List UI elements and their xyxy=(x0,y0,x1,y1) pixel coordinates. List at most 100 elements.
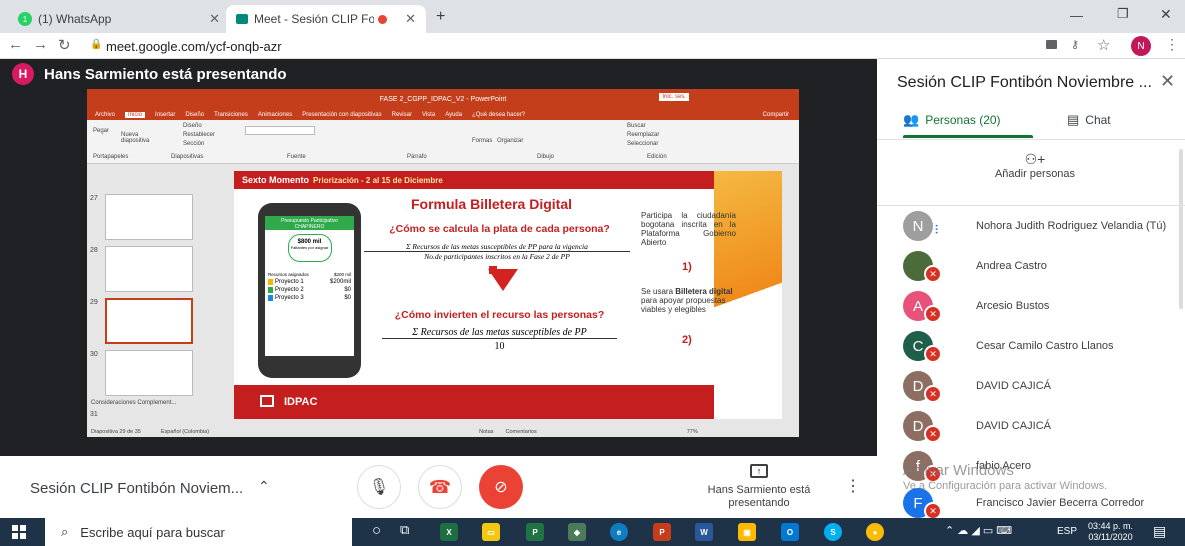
outlook-icon[interactable]: O xyxy=(781,523,799,541)
menu-archivo[interactable]: Archivo xyxy=(95,112,115,118)
note-2-bold: Billetera digital xyxy=(675,287,733,296)
taskbar-search-box[interactable]: ⌕ Escribe aquí para buscar xyxy=(45,518,352,546)
section-button[interactable]: Sección xyxy=(183,141,204,147)
tab-meet[interactable]: Meet - Sesión CLIP Fontibón ✕ xyxy=(226,5,426,33)
zoom-level[interactable]: 77% xyxy=(687,429,698,435)
slide-thumb[interactable] xyxy=(105,246,193,292)
participant-name: Cesar Camilo Castro Llanos xyxy=(976,340,1114,352)
menu-animaciones[interactable]: Animaciones xyxy=(258,112,292,118)
profile-avatar[interactable]: N xyxy=(1131,36,1151,56)
camera-off-icon: ⊘ xyxy=(494,479,508,496)
close-icon[interactable]: ✕ xyxy=(405,11,416,27)
arrange-button[interactable]: Organizar xyxy=(497,138,523,144)
minimize-icon[interactable]: — xyxy=(1070,8,1083,23)
section-label[interactable]: Consideraciones Complement... xyxy=(91,400,176,406)
menu-search[interactable]: ¿Qué desea hacer? xyxy=(472,112,525,118)
clock-date: 03/11/2020 xyxy=(1088,532,1133,542)
skype-icon[interactable]: S xyxy=(824,523,842,541)
microphone-icon: 🎙 xyxy=(368,479,390,496)
menu-presentacion[interactable]: Presentación con diapositivas xyxy=(302,112,381,118)
reload-icon[interactable]: ↻ xyxy=(58,36,71,54)
windows-start-icon[interactable] xyxy=(12,525,26,539)
language-indicator[interactable]: ESP xyxy=(1057,526,1077,537)
project-icon[interactable]: P xyxy=(526,523,544,541)
camera-toggle-button[interactable]: ⊘ xyxy=(479,465,523,509)
powerpoint-icon[interactable]: P xyxy=(653,523,671,541)
layout-button[interactable]: Diseño xyxy=(183,123,202,129)
chevron-up-icon[interactable]: ⌃ xyxy=(258,478,270,495)
participant-row[interactable]: D ✕ DAVID CAJICÁ xyxy=(877,367,1185,407)
menu-insertar[interactable]: Insertar xyxy=(155,112,175,118)
tab-whatsapp[interactable]: 1 (1) WhatsApp ✕ xyxy=(8,5,230,33)
restore-icon[interactable]: ❐ xyxy=(1117,6,1129,22)
slide-thumb[interactable] xyxy=(105,350,193,396)
participant-row[interactable]: A ✕ Arcesio Bustos xyxy=(877,287,1185,327)
shapes-button[interactable]: Formas xyxy=(472,138,492,144)
font-select[interactable] xyxy=(245,126,315,135)
system-tray-icons[interactable]: ⌃ ☁ ◢ ▭ ⌨ xyxy=(945,524,1012,537)
app-icon[interactable]: ◆ xyxy=(568,523,586,541)
signin-button[interactable]: Inic. ses. xyxy=(659,93,689,101)
paste-button[interactable]: Pegar xyxy=(93,128,109,134)
slide-thumb[interactable] xyxy=(105,194,193,240)
clock-time: 03:44 p. m. xyxy=(1088,521,1134,531)
add-person-icon: ⚇+ xyxy=(1024,151,1046,167)
window-close-icon[interactable]: ✕ xyxy=(1160,6,1172,23)
menu-vista[interactable]: Vista xyxy=(422,112,435,118)
new-tab-icon[interactable]: + xyxy=(436,8,445,26)
add-people-button[interactable]: ⚇+ Añadir personas xyxy=(993,151,1077,180)
menu-inicio[interactable]: Inicio xyxy=(125,111,146,118)
camera-icon[interactable] xyxy=(1046,40,1057,49)
ppt-title: FASE 2_CGPP_IDPAC_V2 - PowerPoint xyxy=(379,95,507,103)
divider xyxy=(877,139,1185,140)
reset-button[interactable]: Restablecer xyxy=(183,132,215,138)
cortana-icon[interactable]: ○ xyxy=(372,522,381,539)
notification-icon[interactable]: ▤ xyxy=(1153,523,1166,540)
clock[interactable]: 03:44 p. m. 03/11/2020 xyxy=(1088,521,1133,543)
star-icon[interactable]: ☆ xyxy=(1097,36,1110,54)
slide-thumb-selected[interactable] xyxy=(105,298,193,344)
store-icon[interactable]: ▣ xyxy=(738,523,756,541)
participant-row[interactable]: C ✕ Cesar Camilo Castro Llanos xyxy=(877,327,1185,367)
menu-diseno[interactable]: Diseño xyxy=(185,112,204,118)
meeting-title[interactable]: Sesión CLIP Fontibón Noviem... xyxy=(30,480,243,497)
comments-button[interactable]: Comentarios xyxy=(506,429,537,435)
new-slide-button[interactable]: Nueva diapositiva xyxy=(121,132,165,144)
excel-icon[interactable]: X xyxy=(440,523,458,541)
notes-button[interactable]: Notas xyxy=(479,429,493,435)
select-button[interactable]: Seleccionar xyxy=(627,141,658,147)
task-view-icon[interactable]: ⧉ xyxy=(400,522,409,538)
participant-row[interactable]: ✕ Andrea Castro xyxy=(877,247,1185,287)
participant-row[interactable]: N ⫶ Nohora Judith Rodriguez Velandia (Tú… xyxy=(877,207,1185,247)
formula-2-denominator: 10 xyxy=(494,341,505,352)
file-explorer-icon[interactable]: ▭ xyxy=(482,523,500,541)
tab-chat[interactable]: ▤ Chat xyxy=(1067,112,1111,128)
whatsapp-icon: 1 xyxy=(18,12,32,26)
menu-revisar[interactable]: Revisar xyxy=(392,112,412,118)
forward-icon[interactable]: → xyxy=(33,36,48,53)
formula-1-denominator: No.de participantes inscritos en la Fase… xyxy=(424,252,570,261)
menu-ayuda[interactable]: Ayuda xyxy=(445,112,462,118)
menu-icon[interactable]: ⋮ xyxy=(1165,36,1179,53)
menu-transiciones[interactable]: Transiciones xyxy=(214,112,248,118)
tab-title: (1) WhatsApp xyxy=(38,12,112,26)
hangup-button[interactable]: ☎ xyxy=(418,465,462,509)
share-button[interactable]: Compartir xyxy=(763,112,789,118)
scrollbar[interactable] xyxy=(1179,149,1183,309)
present-icon[interactable]: ↑ xyxy=(750,464,768,478)
more-options-icon[interactable]: ⋮ xyxy=(845,476,861,496)
word-icon[interactable]: W xyxy=(695,523,713,541)
chrome-icon[interactable]: ● xyxy=(866,523,884,541)
participant-row[interactable]: D ✕ DAVID CAJICÁ xyxy=(877,407,1185,447)
tab-people[interactable]: 👥 Personas (20) xyxy=(903,112,1001,128)
back-icon[interactable]: ← xyxy=(8,36,23,53)
microphone-button[interactable]: 🎙 xyxy=(357,465,401,509)
close-icon[interactable]: ✕ xyxy=(1160,71,1175,92)
find-button[interactable]: Buscar xyxy=(627,123,646,129)
key-icon[interactable]: ⚷ xyxy=(1071,38,1079,51)
edge-icon[interactable]: e xyxy=(610,523,628,541)
replace-button[interactable]: Reemplazar xyxy=(627,132,659,138)
presenting-label[interactable]: Hans Sarmiento está presentando xyxy=(700,484,818,510)
close-icon[interactable]: ✕ xyxy=(209,11,220,27)
url-field[interactable]: meet.google.com/ycf-onqb-azr xyxy=(106,39,282,54)
